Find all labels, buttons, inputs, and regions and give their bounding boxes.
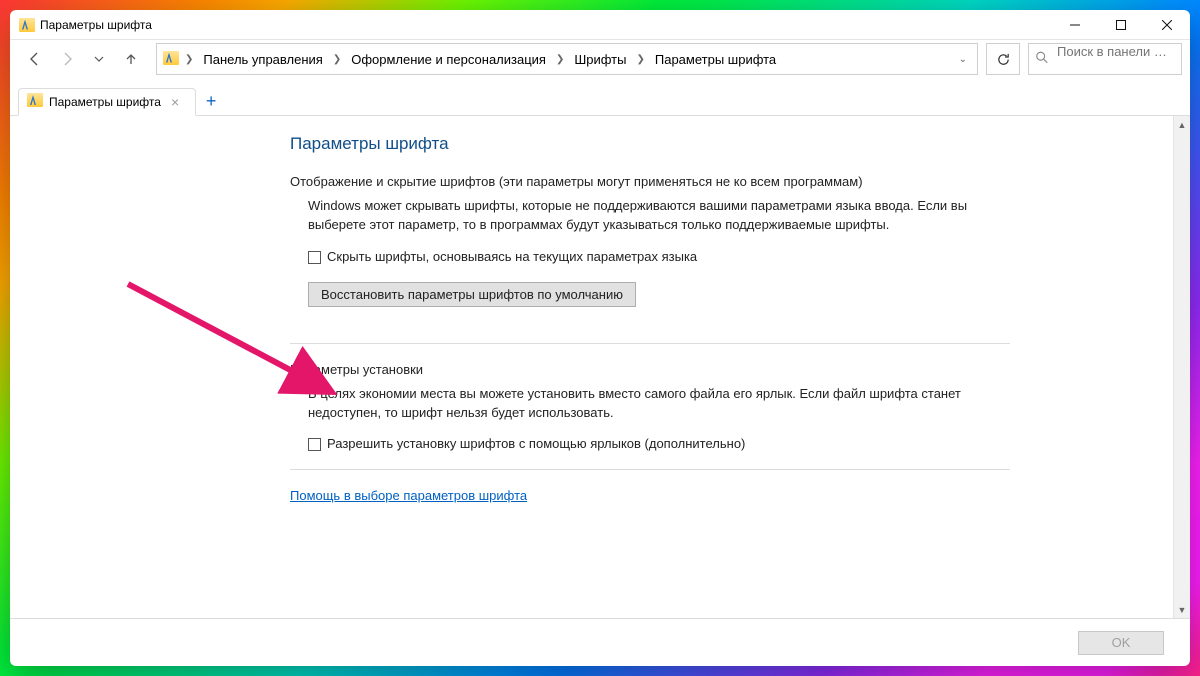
content-area: Параметры шрифта Отображение и скрытие ш…	[10, 116, 1173, 618]
hide-fonts-checkbox[interactable]: Скрыть шрифты, основываясь на текущих па…	[308, 249, 1010, 264]
footer-bar: OK	[10, 618, 1190, 666]
breadcrumb-item[interactable]: Панель управления	[199, 44, 326, 74]
chevron-right-icon[interactable]: ❯	[331, 54, 343, 65]
tabs-row: Параметры шрифта × +	[10, 82, 1190, 116]
search-icon	[1035, 51, 1049, 68]
titlebar: Параметры шрифта	[10, 10, 1190, 40]
new-tab-button[interactable]: +	[196, 87, 226, 115]
nav-arrows	[18, 48, 148, 70]
checkbox-icon	[308, 251, 321, 264]
maximize-button[interactable]	[1098, 10, 1144, 40]
vertical-scrollbar[interactable]: ▲ ▼	[1173, 116, 1190, 618]
scroll-down-icon[interactable]: ▼	[1174, 601, 1190, 618]
checkbox-label: Разрешить установку шрифтов с помощью яр…	[327, 436, 745, 451]
address-bar[interactable]: ❯ Панель управления ❯ Оформление и персо…	[156, 43, 978, 75]
control-panel-window: Параметры шрифта ❯ Панель управления ❯ О…	[10, 10, 1190, 666]
section-body: В целях экономии места вы можете установ…	[308, 385, 1010, 423]
checkbox-label: Скрыть шрифты, основываясь на текущих па…	[327, 249, 697, 264]
checkbox-icon	[308, 438, 321, 451]
fonts-folder-icon	[27, 93, 43, 110]
refresh-button[interactable]	[986, 43, 1020, 75]
recent-locations-button[interactable]	[88, 48, 110, 70]
breadcrumb-item[interactable]: Шрифты	[570, 44, 630, 74]
tab-close-icon[interactable]: ×	[171, 94, 179, 110]
allow-shortcut-install-checkbox[interactable]: Разрешить установку шрифтов с помощью яр…	[308, 436, 1010, 451]
chevron-right-icon[interactable]: ❯	[634, 54, 646, 65]
chevron-right-icon[interactable]: ❯	[183, 54, 195, 65]
divider	[290, 343, 1010, 344]
fonts-folder-icon	[18, 18, 36, 32]
tab-label: Параметры шрифта	[49, 95, 161, 109]
scroll-up-icon[interactable]: ▲	[1174, 116, 1190, 133]
section-heading: Параметры установки	[290, 362, 1010, 377]
search-input[interactable]	[1057, 44, 1173, 59]
up-button[interactable]	[120, 48, 142, 70]
window-title: Параметры шрифта	[40, 18, 152, 32]
nav-row: ❯ Панель управления ❯ Оформление и персо…	[10, 40, 1190, 82]
section-body: Windows может скрывать шрифты, которые н…	[308, 197, 1010, 235]
ok-button[interactable]: OK	[1078, 631, 1164, 655]
chevron-down-icon[interactable]: ⌄	[955, 54, 971, 65]
forward-button[interactable]	[56, 48, 78, 70]
tab-font-settings[interactable]: Параметры шрифта ×	[18, 88, 196, 116]
restore-defaults-button[interactable]: Восстановить параметры шрифтов по умолча…	[308, 282, 636, 307]
breadcrumb-item[interactable]: Оформление и персонализация	[347, 44, 550, 74]
close-button[interactable]	[1144, 10, 1190, 40]
fonts-folder-icon	[163, 51, 179, 68]
minimize-button[interactable]	[1052, 10, 1098, 40]
chevron-right-icon[interactable]: ❯	[554, 54, 566, 65]
help-link[interactable]: Помощь в выборе параметров шрифта	[290, 488, 527, 503]
page-title: Параметры шрифта	[290, 134, 1010, 154]
search-box[interactable]	[1028, 43, 1182, 75]
breadcrumb-item[interactable]: Параметры шрифта	[651, 44, 780, 74]
back-button[interactable]	[24, 48, 46, 70]
section-heading: Отображение и скрытие шрифтов (эти парам…	[290, 174, 1010, 189]
divider	[290, 469, 1010, 470]
